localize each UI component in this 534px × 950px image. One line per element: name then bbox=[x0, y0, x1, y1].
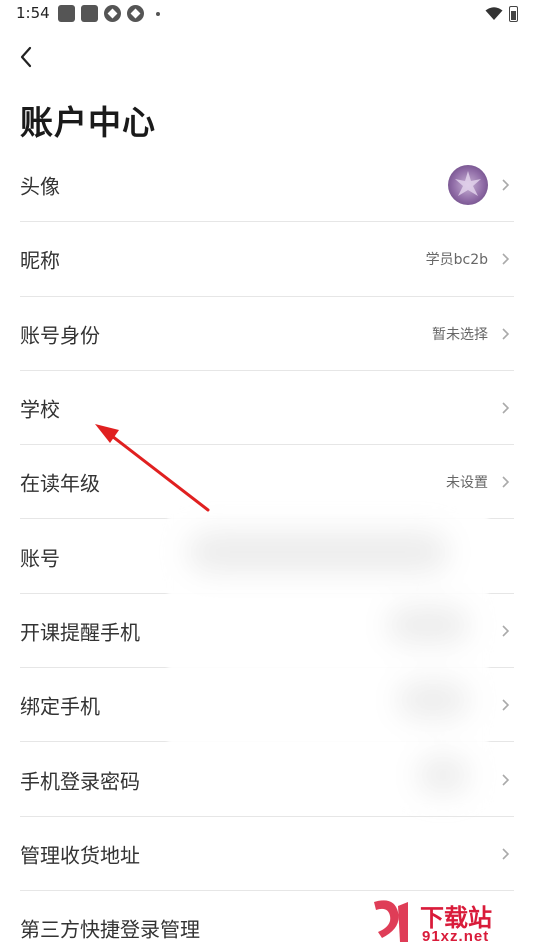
chevron-right-icon bbox=[502, 476, 510, 488]
notification-app-icon bbox=[127, 5, 144, 22]
watermark: 下载站 91xz.net bbox=[368, 898, 528, 948]
row-shipping-address[interactable]: 管理收货地址 bbox=[0, 817, 534, 892]
chevron-right-icon bbox=[502, 253, 510, 266]
row-grade[interactable]: 在读年级 未设置 bbox=[0, 445, 534, 520]
row-value: 暂未选择 bbox=[432, 326, 488, 343]
system-icons bbox=[485, 6, 518, 22]
blur-blob bbox=[418, 757, 468, 793]
chevron-right-icon bbox=[502, 179, 510, 191]
status-bar: 1:54 bbox=[0, 0, 534, 30]
chevron-left-icon bbox=[20, 46, 32, 68]
row-account-identity[interactable]: 账号身份 暂未选择 bbox=[0, 297, 534, 372]
row-label: 头像 bbox=[20, 174, 60, 199]
notification-square-icon bbox=[58, 5, 75, 22]
blur-blob bbox=[388, 607, 468, 643]
row-label: 账号身份 bbox=[20, 323, 100, 348]
row-avatar[interactable]: 头像 bbox=[0, 148, 534, 223]
wifi-icon bbox=[485, 7, 503, 20]
back-button[interactable] bbox=[12, 42, 40, 72]
blur-blob bbox=[398, 682, 468, 718]
battery-icon bbox=[509, 6, 518, 22]
row-value: 学员bc2b bbox=[425, 252, 488, 269]
notification-square-icon bbox=[81, 5, 98, 22]
star-avatar-icon bbox=[455, 171, 481, 197]
chevron-right-icon bbox=[502, 402, 510, 414]
chevron-right-icon bbox=[502, 699, 510, 711]
watermark-logo-icon bbox=[374, 900, 408, 942]
row-nickname[interactable]: 昵称 学员bc2b bbox=[0, 222, 534, 297]
row-label: 手机登录密码 bbox=[20, 769, 140, 794]
row-label: 开课提醒手机 bbox=[20, 620, 140, 645]
notification-app-icon bbox=[104, 5, 121, 22]
page-title: 账户中心 bbox=[20, 103, 156, 142]
row-label: 账号 bbox=[20, 546, 60, 571]
privacy-blur-overlay bbox=[168, 512, 488, 808]
notification-icons bbox=[58, 5, 160, 22]
watermark-domain: 91xz.net bbox=[422, 928, 490, 945]
chevron-right-icon bbox=[502, 773, 510, 786]
chevron-right-icon bbox=[502, 625, 510, 637]
row-label: 在读年级 bbox=[20, 471, 100, 496]
chevron-right-icon bbox=[502, 328, 510, 340]
status-time: 1:54 bbox=[16, 4, 50, 22]
chevron-right-icon bbox=[502, 848, 510, 860]
row-value: 未设置 bbox=[446, 475, 488, 492]
avatar bbox=[448, 165, 488, 206]
row-label: 绑定手机 bbox=[20, 694, 100, 719]
row-label: 管理收货地址 bbox=[20, 843, 140, 868]
blur-blob bbox=[188, 532, 448, 572]
more-notifications-dot-icon bbox=[156, 11, 160, 16]
row-label: 第三方快捷登录管理 bbox=[20, 917, 200, 942]
row-label: 学校 bbox=[20, 397, 60, 422]
row-label: 昵称 bbox=[20, 248, 60, 273]
row-school[interactable]: 学校 bbox=[0, 371, 534, 446]
